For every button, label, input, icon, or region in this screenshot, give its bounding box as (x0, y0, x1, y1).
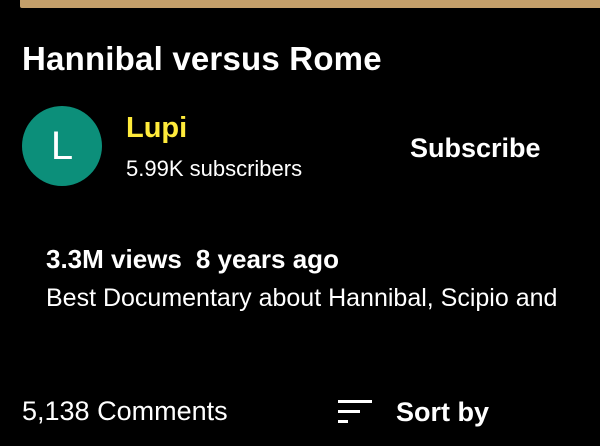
sort-label: Sort by (396, 396, 490, 427)
subscriber-count: 5.99K subscribers (126, 156, 303, 181)
video-description[interactable]: Best Documentary about Hannibal, Scipio … (46, 284, 600, 313)
avatar-letter: L (50, 124, 74, 168)
video-player-edge[interactable] (0, 0, 600, 12)
sort-lines-icon (336, 397, 374, 427)
video-title: Hannibal versus Rome (22, 40, 382, 77)
channel-name[interactable]: Lupi (126, 112, 187, 145)
upload-age: 8 years ago (195, 244, 339, 274)
sort-comments-button[interactable]: Sort by (336, 390, 489, 434)
video-meta[interactable]: 3.3M views 8 years ago (46, 244, 339, 275)
view-count: 3.3M views (46, 244, 182, 274)
video-player-bottom[interactable] (20, 0, 600, 8)
channel-avatar[interactable]: L (22, 106, 102, 186)
subscribe-button[interactable]: Subscribe (400, 126, 551, 170)
comments-count[interactable]: 5,138 Comments (22, 396, 228, 427)
